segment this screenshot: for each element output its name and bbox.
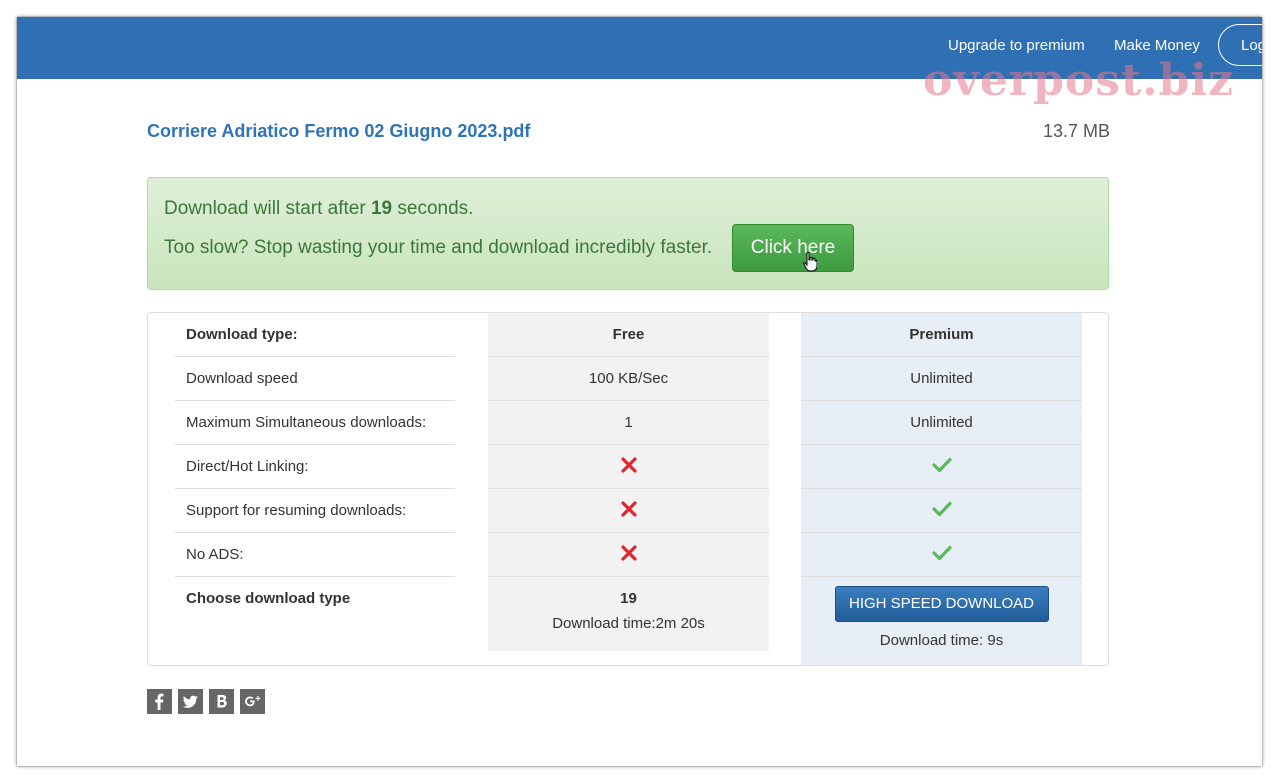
make-money-link[interactable]: Make Money [1114,37,1200,54]
facebook-icon[interactable] [147,689,172,714]
free-value: 1 [488,401,769,445]
table-row: Download speed 100 KB/Sec Unlimited [175,357,1082,401]
free-download-info: 19 Download time:2m 20s [488,577,769,632]
hand-cursor-icon [803,244,818,290]
table-row: Direct/Hot Linking: [175,445,1082,489]
too-slow-text: Too slow? Stop wasting your time and dow… [164,237,713,258]
row-label: Maximum Simultaneous downloads: [175,401,455,445]
premium-value [801,533,1082,577]
upgrade-to-premium-link[interactable]: Upgrade to premium [948,37,1085,54]
vk-icon[interactable] [209,689,234,714]
table-row: Maximum Simultaneous downloads: 1 Unlimi… [175,401,1082,445]
row-label: Download speed [175,357,455,401]
click-here-label: Click here [750,237,836,258]
free-countdown: 19 [620,590,637,607]
premium-value: Unlimited [801,357,1082,401]
free-heading: Free [488,313,769,357]
countdown-text: Download will start after 19 seconds. [164,198,473,220]
free-value: 100 KB/Sec [488,357,769,401]
row-label: Direct/Hot Linking: [175,445,455,489]
watermark: overpost.biz [923,55,1235,106]
cross-icon [620,545,637,561]
choose-download-row: Choose download type 19 Download time:2m… [175,577,1082,667]
table-header-row: Download type: Free Premium [175,313,1082,357]
high-speed-download-button[interactable]: HIGH SPEED DOWNLOAD [834,586,1049,622]
download-countdown-alert: Download will start after 19 seconds. To… [147,177,1109,290]
browser-page: Upgrade to premium Make Money Log overpo… [17,17,1262,766]
free-value [488,445,769,489]
check-icon [931,501,952,517]
twitter-icon[interactable] [178,689,203,714]
countdown-seconds: 19 [370,198,393,219]
cross-icon [620,457,637,473]
row-label: Support for resuming downloads: [175,489,455,533]
table-row: No ADS: [175,533,1082,577]
download-comparison-table: Download type: Free Premium Download spe… [147,312,1109,666]
choose-download-label: Choose download type [186,590,351,607]
file-size: 13.7 MB [1042,121,1110,141]
free-value [488,533,769,577]
premium-heading: Premium [801,313,1082,357]
check-icon [931,545,952,561]
premium-value [801,445,1082,489]
countdown-suffix: seconds. [392,198,474,219]
free-value [488,489,769,533]
click-here-button[interactable]: Click here [732,224,854,272]
table-row: Support for resuming downloads: [175,489,1082,533]
cross-icon [620,501,637,517]
premium-value: Unlimited [801,401,1082,445]
row-label: No ADS: [175,533,455,577]
free-download-time: Download time:2m 20s [552,615,705,632]
countdown-prefix: Download will start after [164,198,371,219]
check-icon [931,457,952,473]
premium-download-time: Download time: 9s [879,632,1004,649]
file-title: Corriere Adriatico Fermo 02 Giugno 2023.… [147,121,531,141]
premium-download-info: HIGH SPEED DOWNLOAD Download time: 9s [801,577,1082,649]
download-type-heading: Download type: [175,313,455,357]
google-plus-icon[interactable] [240,689,265,714]
premium-value [801,489,1082,533]
